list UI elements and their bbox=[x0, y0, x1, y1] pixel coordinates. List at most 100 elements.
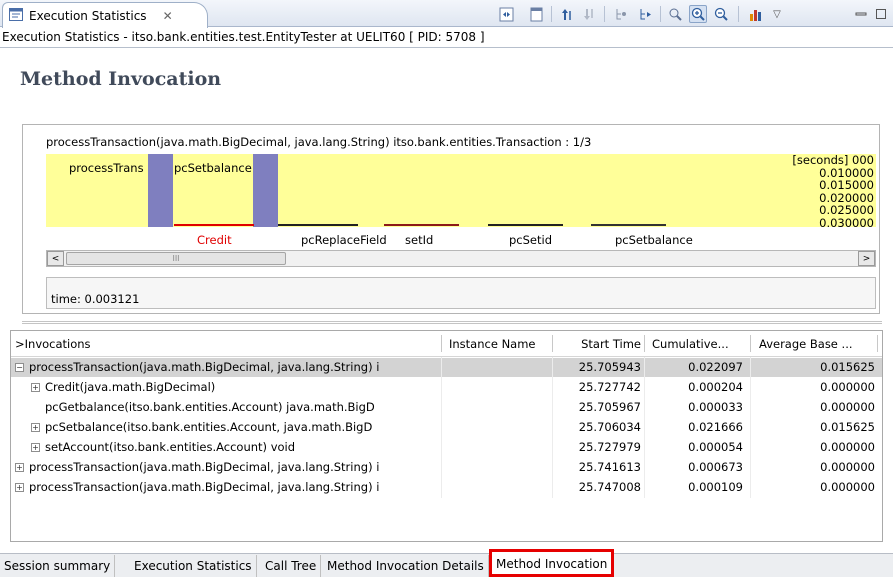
invocation-name: pcSetbalance(itso.bank.entities.Account,… bbox=[45, 420, 373, 434]
sort-up-icon[interactable] bbox=[558, 5, 576, 23]
graph-call-label: Credit bbox=[197, 233, 232, 247]
sort-down-icon[interactable] bbox=[580, 5, 598, 23]
axis-label: [seconds] 000 bbox=[792, 154, 874, 167]
view-tab-execution-statistics[interactable]: Execution Statistics ✕ bbox=[2, 2, 208, 28]
step-out-icon[interactable] bbox=[636, 5, 654, 23]
invocation-name: pcGetbalance(itso.bank.entities.Account)… bbox=[45, 400, 375, 414]
column-header-average-base[interactable]: Average Base ... bbox=[759, 331, 874, 357]
scroll-left-button[interactable]: < bbox=[47, 251, 64, 266]
scroll-thumb[interactable]: III bbox=[66, 252, 286, 265]
instance-name-cell bbox=[449, 458, 549, 477]
cumulative-time-cell: 0.000204 bbox=[688, 380, 743, 394]
instance-name-cell bbox=[449, 418, 549, 437]
view-menu-icon[interactable]: ▽ bbox=[768, 5, 786, 23]
instance-name-cell bbox=[449, 358, 549, 377]
column-header-start-time[interactable]: Start Time bbox=[553, 331, 641, 357]
graph-call-label: pcSetbalance bbox=[615, 233, 693, 247]
start-time-cell: 25.727979 bbox=[578, 440, 641, 454]
cumulative-time-cell: 0.021666 bbox=[688, 420, 743, 434]
invocation-graph-panel: processTransaction(java.math.BigDecimal,… bbox=[22, 124, 880, 314]
invocation-name-cell: + setAccount(itso.bank.entities.Account) … bbox=[31, 438, 439, 457]
table-row[interactable]: pcGetbalance(itso.bank.entities.Account)… bbox=[11, 398, 882, 417]
instance-name-cell bbox=[449, 398, 549, 417]
table-row[interactable]: + processTransaction(java.math.BigDecimal… bbox=[11, 458, 882, 477]
column-header-cumulative[interactable]: Cumulative... bbox=[652, 331, 746, 357]
graph-call-label: pcSetid bbox=[509, 233, 553, 247]
invocation-bar[interactable] bbox=[253, 154, 278, 227]
start-time-cell: 25.727742 bbox=[578, 380, 641, 394]
invocation-name-cell: + pcSetbalance(itso.bank.entities.Account… bbox=[31, 418, 439, 437]
tab-method-invocation[interactable]: Method Invocation bbox=[489, 549, 615, 577]
export-icon[interactable] bbox=[527, 5, 545, 23]
table-row[interactable]: + pcSetbalance(itso.bank.entities.Account… bbox=[11, 418, 882, 437]
column-header-instance-name[interactable]: Instance Name bbox=[449, 331, 549, 357]
instance-name-cell bbox=[449, 438, 549, 457]
call-line bbox=[278, 224, 358, 226]
invocation-graph[interactable]: processTrans pcSetbalance Credit pcRepla… bbox=[46, 154, 876, 250]
call-line bbox=[174, 224, 254, 226]
invocation-name-cell: + Credit(java.math.BigDecimal) bbox=[31, 378, 439, 397]
invocation-bar[interactable] bbox=[148, 154, 173, 227]
time-readout: time: 0.003121 bbox=[46, 277, 876, 309]
start-time-cell: 25.705943 bbox=[578, 360, 641, 374]
table-header: >Invocations Instance Name Start Time Cu… bbox=[11, 331, 882, 357]
tab-call-tree[interactable]: Call Tree bbox=[261, 555, 322, 577]
table-row[interactable]: + Credit(java.math.BigDecimal) 25.727742 0.… bbox=[11, 378, 882, 397]
cumulative-time-cell: 0.000054 bbox=[688, 440, 743, 454]
zoom-in-icon[interactable] bbox=[689, 5, 707, 23]
open-source-icon[interactable] bbox=[497, 5, 515, 23]
average-base-time-cell: 0.000000 bbox=[820, 380, 875, 394]
panel-splitter[interactable] bbox=[22, 321, 882, 324]
expand-icon[interactable]: + bbox=[15, 463, 24, 472]
table-row[interactable]: + processTransaction(java.math.BigDecimal… bbox=[11, 478, 882, 497]
start-time-cell: 25.747008 bbox=[578, 480, 641, 494]
invocation-name-cell: + processTransaction(java.math.BigDecimal… bbox=[15, 458, 439, 477]
instance-name-cell bbox=[449, 478, 549, 497]
tab-session-summary[interactable]: Session summary bbox=[0, 555, 116, 577]
step-in-icon[interactable] bbox=[612, 5, 630, 23]
average-base-time-cell: 0.000000 bbox=[820, 400, 875, 414]
view-subtitle: Execution Statistics - itso.bank.entitie… bbox=[2, 30, 485, 44]
divider bbox=[0, 47, 893, 48]
tab-method-invocation-details[interactable]: Method Invocation Details bbox=[323, 555, 489, 577]
column-header-invocations[interactable]: >Invocations bbox=[15, 331, 441, 357]
expand-icon[interactable]: + bbox=[15, 483, 24, 492]
time-axis: [seconds] 000 0.010000 0.015000 0.020000… bbox=[792, 154, 874, 229]
call-line bbox=[384, 224, 459, 226]
graph-title: processTransaction(java.math.BigDecimal,… bbox=[46, 135, 592, 149]
call-line bbox=[488, 224, 563, 226]
page-title: Method Invocation bbox=[20, 68, 222, 90]
cumulative-time-cell: 0.000033 bbox=[688, 400, 743, 414]
invocation-name: Credit(java.math.BigDecimal) bbox=[45, 380, 216, 394]
table-row[interactable]: + setAccount(itso.bank.entities.Account) … bbox=[11, 438, 882, 457]
expand-icon[interactable]: + bbox=[31, 423, 40, 432]
minimize-icon[interactable] bbox=[852, 5, 870, 23]
graph-scrollbar[interactable]: < III > bbox=[46, 250, 876, 267]
axis-label: 0.025000 bbox=[819, 203, 874, 217]
start-time-cell: 25.706034 bbox=[578, 420, 641, 434]
invocation-name-cell: pcGetbalance(itso.bank.entities.Account)… bbox=[45, 398, 439, 417]
close-icon[interactable]: ✕ bbox=[163, 9, 173, 23]
scroll-right-button[interactable]: > bbox=[858, 251, 875, 266]
zoom-out-icon[interactable] bbox=[712, 5, 730, 23]
time-label: time: 0.003121 bbox=[51, 292, 140, 306]
collapse-icon[interactable]: − bbox=[15, 363, 24, 372]
invocations-table: >Invocations Instance Name Start Time Cu… bbox=[10, 330, 883, 542]
tab-execution-statistics[interactable]: Execution Statistics bbox=[130, 555, 257, 577]
average-base-time-cell: 0.000000 bbox=[820, 460, 875, 474]
start-time-cell: 25.741613 bbox=[578, 460, 641, 474]
table-row[interactable]: − processTransaction(java.math.BigDecimal… bbox=[11, 358, 882, 377]
graph-call-label: pcReplaceField bbox=[301, 233, 387, 247]
cumulative-time-cell: 0.022097 bbox=[688, 360, 743, 374]
cumulative-time-cell: 0.000109 bbox=[688, 480, 743, 494]
view-tab-label: Execution Statistics bbox=[29, 8, 147, 23]
expand-icon[interactable]: + bbox=[31, 443, 40, 452]
zoom-fit-icon[interactable] bbox=[666, 5, 684, 23]
axis-label: 0.015000 bbox=[819, 178, 874, 192]
average-base-time-cell: 0.015625 bbox=[820, 360, 875, 374]
maximize-icon[interactable] bbox=[872, 5, 890, 23]
chart-icon[interactable] bbox=[746, 5, 764, 23]
expand-icon[interactable]: + bbox=[31, 383, 40, 392]
average-base-time-cell: 0.000000 bbox=[820, 480, 875, 494]
instance-name-cell bbox=[449, 378, 549, 397]
